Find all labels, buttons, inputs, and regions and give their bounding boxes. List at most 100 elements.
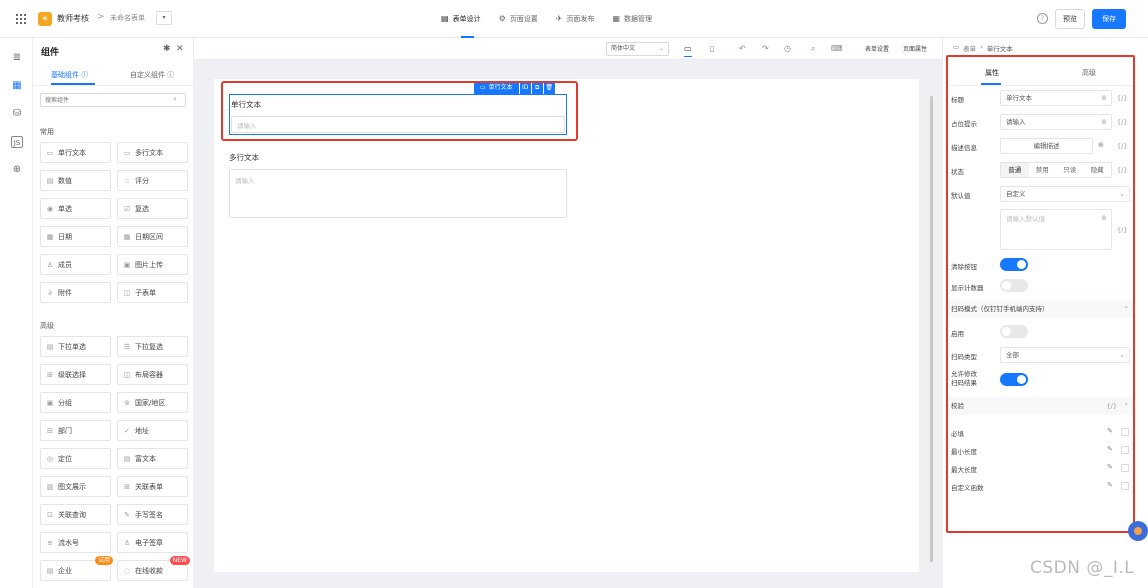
mobile-view-icon[interactable]: ▯	[710, 42, 714, 56]
redo-icon[interactable]: ↷	[762, 42, 769, 56]
component-label: 关联表单	[135, 482, 163, 491]
page-props-button[interactable]: 页面属性	[903, 44, 927, 53]
signature-icon: ✎	[124, 510, 130, 519]
canvas-scrollbar[interactable]	[930, 96, 933, 562]
component-item[interactable]: ⊚ 国家/地区	[117, 392, 188, 413]
rule-checkbox[interactable]	[1121, 482, 1129, 490]
crumb-root[interactable]: 表单	[963, 43, 976, 53]
component-item[interactable]: ◉ 单选	[40, 198, 111, 219]
serial-icon: ≡	[47, 538, 53, 547]
component-item[interactable]: ⊡ 关联查询	[40, 504, 111, 525]
component-item[interactable]: ▤ 下拉单选	[40, 336, 111, 357]
pin-icon[interactable]: ✱	[163, 44, 171, 54]
tab-basic-components[interactable]: 基础组件 ⓘ	[51, 70, 88, 80]
component-item[interactable]: ≡ 流水号	[40, 532, 111, 553]
component-item[interactable]: ◫ 布局容器	[117, 364, 188, 385]
tab-data-management[interactable]: ▦ 数据管理	[612, 0, 652, 38]
search-icon: ⌕	[173, 95, 177, 103]
tab-form-design[interactable]: ▤ 表单设计	[441, 0, 481, 38]
radio-icon: ◉	[46, 204, 54, 213]
preview-button[interactable]: 预览	[1055, 9, 1085, 29]
component-label: 日期区间	[135, 232, 163, 241]
component-item[interactable]: ▣ 图片上传	[117, 254, 188, 275]
tab-page-publish[interactable]: ✈ 页面发布	[556, 0, 595, 38]
component-label: 国家/地区	[135, 398, 166, 407]
outline-icon[interactable]: ≣	[11, 52, 23, 64]
top-tabs: ▤ 表单设计 ⚙ 页面设置 ✈ 页面发布 ▦ 数据管理	[441, 0, 652, 38]
desktop-view-icon[interactable]: ▭	[684, 42, 692, 57]
rule-checkbox[interactable]	[1121, 428, 1129, 436]
component-label: 复选	[135, 204, 149, 213]
component-item[interactable]: ◫ 子表单	[117, 282, 188, 303]
component-label: 评分	[135, 176, 149, 185]
chevron-down-icon: ⌄	[658, 45, 664, 52]
close-icon[interactable]: ✕	[176, 44, 184, 54]
form-settings-button[interactable]: 表单设置	[865, 44, 889, 53]
seal-icon: ♙	[123, 538, 131, 547]
edit-icon[interactable]: ✎	[1107, 427, 1113, 435]
number-icon: ▤	[46, 176, 54, 185]
settings-icon: ⚙	[498, 14, 506, 23]
help-icon[interactable]: ?	[1037, 13, 1048, 24]
component-item[interactable]: ▤ 数值	[40, 170, 111, 191]
save-button[interactable]: 保存	[1092, 9, 1126, 29]
subform-icon: ◫	[123, 288, 131, 297]
component-label: 手写签名	[135, 510, 163, 519]
language-select[interactable]: 简体中文 ⌄	[606, 42, 669, 56]
tab-page-settings[interactable]: ⚙ 页面设置	[499, 0, 538, 38]
rule-checkbox[interactable]	[1121, 464, 1129, 472]
crumb-current: 单行文本	[986, 45, 1013, 53]
undo-icon[interactable]: ↶	[739, 42, 746, 56]
component-label: 下拉复选	[135, 342, 163, 351]
edit-icon[interactable]: ✎	[1107, 463, 1113, 471]
rule-checkbox[interactable]	[1121, 446, 1129, 454]
image-upload-icon: ▣	[123, 260, 131, 269]
form-canvas[interactable]	[214, 79, 919, 572]
help-icon: ⓘ	[167, 71, 175, 79]
datasource-icon[interactable]: ⛁	[11, 108, 23, 120]
component-item[interactable]: ✎ 手写签名	[117, 504, 188, 525]
component-item[interactable]: ☰ 下拉复选	[117, 336, 188, 357]
component-item[interactable]: ▥ 图文展示	[40, 476, 111, 497]
apps-grid-icon[interactable]	[16, 14, 26, 24]
component-item[interactable]: ▣ 分组	[40, 392, 111, 413]
globe-icon[interactable]: ⊕	[11, 164, 23, 176]
component-item[interactable]: ⊟ 部门	[40, 420, 111, 441]
app-name[interactable]: 教师考核	[57, 13, 89, 24]
panel-title: 组件	[41, 48, 60, 58]
component-item[interactable]: ▦ 日期	[40, 226, 111, 247]
components-icon[interactable]: ▦	[11, 80, 23, 92]
component-label: 成员	[58, 260, 72, 269]
component-item[interactable]: ☆ 评分	[117, 170, 188, 191]
component-item[interactable]: ♙ 成员	[40, 254, 111, 275]
component-item[interactable]: ♙ 电子签章	[117, 532, 188, 553]
multi-line-input[interactable]: 请输入	[229, 169, 567, 218]
component-item[interactable]: ▤ 富文本	[117, 448, 188, 469]
group-icon: ▣	[46, 398, 54, 407]
edit-icon[interactable]: ✎	[1107, 445, 1113, 453]
keyboard-icon[interactable]: ⌨	[831, 42, 843, 56]
multi-line-icon: ▭	[123, 148, 131, 157]
component-label: 日期	[58, 232, 72, 241]
js-icon[interactable]: JS	[11, 136, 23, 148]
chevron-down-icon[interactable]: ▾	[156, 11, 172, 25]
edit-icon[interactable]: ✎	[1107, 481, 1113, 489]
component-item[interactable]: ▭ 单行文本	[40, 142, 111, 163]
component-item[interactable]: ✓ 地址	[117, 420, 188, 441]
tab-custom-components[interactable]: 自定义组件 ⓘ	[130, 70, 174, 80]
validation-rule-label: 自定义函数	[951, 484, 984, 492]
component-search-input[interactable]	[40, 93, 186, 107]
component-item[interactable]: ▭ 多行文本	[117, 142, 188, 163]
component-item[interactable]: ⊞ 关联表单	[117, 476, 188, 497]
component-item[interactable]: ▦ 日期区间	[117, 226, 188, 247]
component-item[interactable]: ◎ 定位	[40, 448, 111, 469]
component-item[interactable]: ☑ 复选	[117, 198, 188, 219]
form-name[interactable]: 未命名表单	[110, 13, 145, 23]
history-icon[interactable]: ◷	[784, 42, 791, 56]
component-item[interactable]: ⊞ 级联选择	[40, 364, 111, 385]
component-item[interactable]: ◌ 在线收款 NEW	[117, 556, 190, 581]
component-item[interactable]: ▤ 企业 试用	[40, 556, 113, 581]
zoom-icon[interactable]: ⌕	[811, 42, 815, 56]
component-item[interactable]: ∂ 附件	[40, 282, 111, 303]
avatar[interactable]	[1128, 521, 1148, 541]
